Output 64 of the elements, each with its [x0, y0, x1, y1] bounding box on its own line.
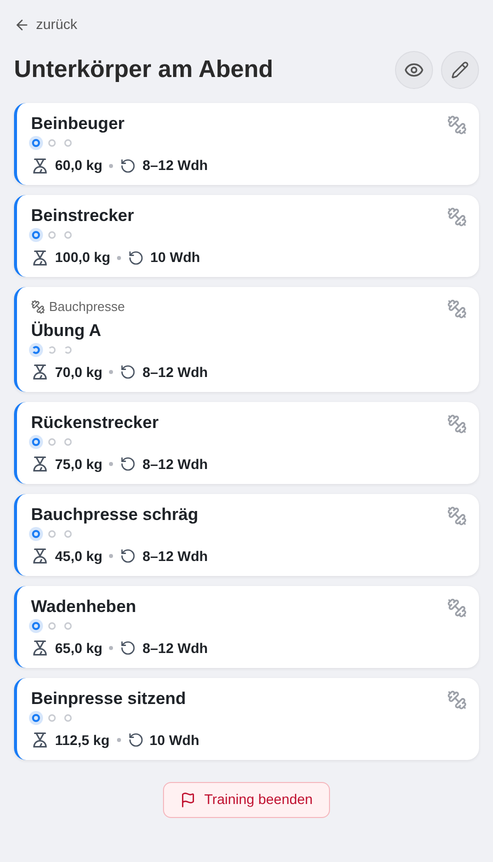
weight-value: 60,0 kg — [55, 156, 102, 175]
exercise-card[interactable]: Beinstrecker 100,0 kg 10 Wdh — [14, 195, 479, 277]
dumbbell-icon — [447, 598, 467, 618]
set-dot[interactable] — [29, 434, 43, 448]
reps-value: 8–12 Wdh — [142, 546, 208, 566]
scale-icon — [31, 639, 49, 657]
set-dot[interactable] — [29, 136, 43, 150]
scale-icon — [31, 547, 49, 565]
back-link[interactable]: zurück — [14, 14, 78, 35]
weight-value: 70,0 kg — [55, 362, 102, 382]
set-dot[interactable] — [29, 228, 43, 242]
weight-value: 65,0 kg — [55, 638, 102, 658]
weight-value: 112,5 kg — [55, 730, 110, 750]
flag-icon — [180, 792, 196, 808]
repeat-icon — [128, 250, 144, 266]
dumbbell-icon — [31, 300, 45, 314]
repeat-icon — [120, 456, 136, 472]
exercise-name: Übung A — [31, 320, 102, 342]
set-dot[interactable] — [29, 618, 43, 632]
view-button[interactable] — [395, 51, 433, 89]
dumbbell-icon — [447, 115, 467, 135]
exercise-card[interactable]: Bauchpresse Übung A 70,0 kg 8–12 Wdh — [14, 287, 479, 392]
dumbbell-icon — [447, 299, 467, 319]
edit-button[interactable] — [441, 51, 479, 89]
exercise-card[interactable]: Bauchpresse schräg 45,0 kg 8–12 Wdh — [14, 494, 479, 576]
reps-value: 8–12 Wdh — [142, 454, 208, 474]
scale-icon — [31, 731, 49, 749]
reps-value: 10 Wdh — [150, 248, 200, 267]
dumbbell-icon — [447, 414, 467, 434]
scale-icon — [31, 363, 49, 381]
weight-value: 100,0 kg — [55, 248, 110, 267]
exercise-name: Bauchpresse schräg — [31, 504, 198, 526]
linked-exercise: Bauchpresse — [49, 298, 125, 316]
repeat-icon — [120, 364, 136, 380]
exercise-name: Wadenheben — [31, 596, 136, 618]
exercise-name: Beinstrecker — [31, 205, 134, 227]
set-dot[interactable] — [29, 710, 43, 724]
scale-icon — [31, 455, 49, 473]
scale-icon — [31, 156, 49, 174]
dumbbell-icon — [447, 690, 467, 710]
repeat-icon — [120, 548, 136, 564]
reps-value: 8–12 Wdh — [142, 362, 208, 382]
reps-value: 8–12 Wdh — [142, 156, 208, 175]
exercise-card[interactable]: Beinpresse sitzend 112,5 kg 10 Wdh — [14, 678, 479, 760]
reps-value: 10 Wdh — [150, 730, 200, 750]
exercise-name: Rückenstrecker — [31, 412, 159, 434]
finish-training-button[interactable]: Training beenden — [163, 782, 330, 818]
page-title: Unterkörper am Abend — [14, 55, 274, 85]
weight-value: 75,0 kg — [55, 454, 102, 474]
dumbbell-icon — [447, 207, 467, 227]
dumbbell-icon — [447, 506, 467, 526]
repeat-icon — [120, 158, 136, 174]
pencil-icon — [451, 61, 469, 79]
exercise-card[interactable]: Beinbeuger 60,0 kg 8–12 Wdh — [14, 103, 479, 185]
scale-icon — [31, 248, 49, 266]
exercise-name: Beinbeuger — [31, 113, 125, 135]
repeat-icon — [120, 640, 136, 656]
exercise-name: Beinpresse sitzend — [31, 688, 186, 710]
weight-value: 45,0 kg — [55, 546, 102, 566]
set-dot[interactable] — [29, 526, 43, 540]
reps-value: 8–12 Wdh — [142, 638, 208, 658]
repeat-icon — [128, 732, 144, 748]
exercise-card[interactable]: Wadenheben 65,0 kg 8–12 Wdh — [14, 586, 479, 668]
exercise-card[interactable]: Rückenstrecker 75,0 kg 8–12 Wdh — [14, 402, 479, 484]
